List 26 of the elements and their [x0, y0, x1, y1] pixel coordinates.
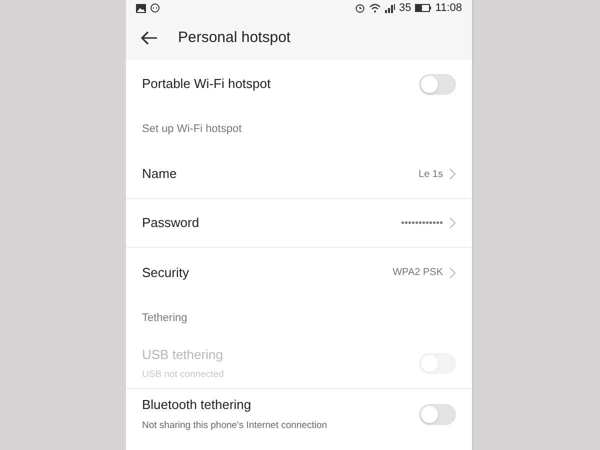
- setting-label: Password: [142, 214, 200, 232]
- toggle-switch[interactable]: [419, 404, 456, 424]
- chevron-icon: [449, 168, 456, 180]
- setting-value: WPA2 PSK: [392, 266, 443, 280]
- setting-label: Bluetooth tethering: [142, 396, 252, 414]
- battery-level: 35: [399, 0, 412, 16]
- wifi-icon: [369, 3, 382, 13]
- setting-label: Portable Wi-Fi hotspot: [142, 75, 271, 94]
- image-icon: [136, 4, 146, 12]
- clock: 11:08: [435, 0, 462, 16]
- setting-value: Le 1s: [418, 168, 443, 182]
- chevron-icon: [449, 217, 456, 229]
- setting-value: ••••••••••••: [400, 216, 443, 230]
- screen-title: Personal hotspot: [178, 28, 291, 48]
- signal-icon: [385, 4, 396, 12]
- setting-description: Not sharing this phone's Internet connection: [142, 418, 328, 433]
- section-header: Set up Wi-Fi hotspot: [142, 122, 242, 137]
- section-header: Tethering: [142, 310, 188, 326]
- battery-icon: [415, 4, 432, 12]
- alarm-icon: [355, 3, 366, 13]
- setting-label: Security: [142, 264, 189, 282]
- back-arrow-icon: [140, 31, 158, 45]
- chevron-icon: [449, 266, 456, 278]
- setting-label: Name: [142, 165, 177, 184]
- toggle-switch[interactable]: [419, 74, 456, 94]
- setting-label: USB tethering: [142, 346, 224, 364]
